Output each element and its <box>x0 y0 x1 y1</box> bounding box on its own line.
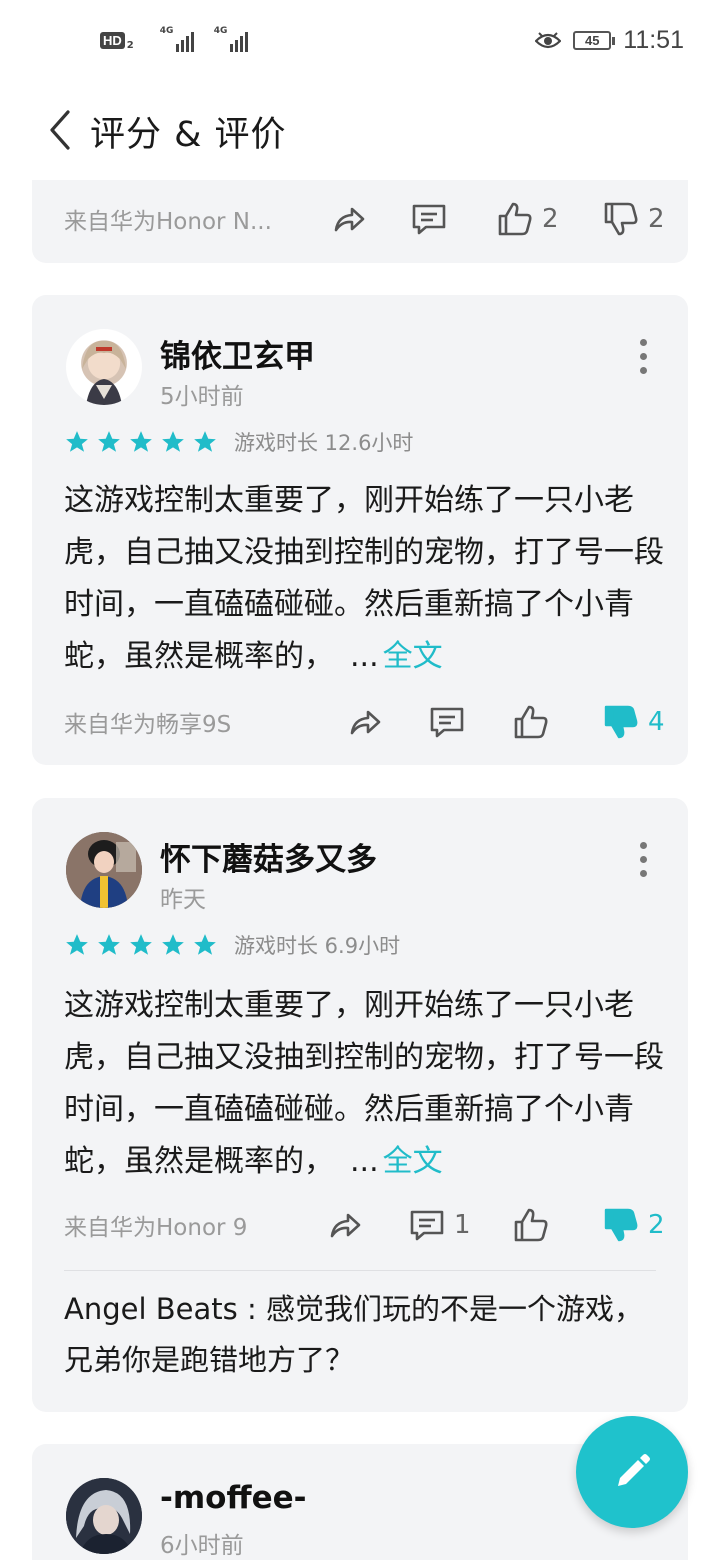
avatar[interactable] <box>66 1478 142 1554</box>
star-icon <box>66 431 88 452</box>
page-title: 评分 & 评价 <box>90 115 287 155</box>
like-button[interactable] <box>512 1206 550 1244</box>
review-time: 6小时前 <box>160 1533 244 1559</box>
read-more-link[interactable]: 全文 <box>383 1144 443 1179</box>
comment-button[interactable] <box>428 703 466 741</box>
share-icon <box>330 1213 361 1238</box>
share-button[interactable] <box>330 200 368 238</box>
dislike-button[interactable]: 4 <box>602 703 665 741</box>
star-icon <box>130 431 152 452</box>
review-card: 来自华为Honor N... 2 2 <box>32 180 688 263</box>
thumbs-down-icon <box>604 1208 638 1242</box>
star-icon <box>98 431 120 452</box>
comment-icon <box>410 1210 444 1241</box>
like-count: 2 <box>542 204 559 234</box>
review-time: 5小时前 <box>160 384 244 410</box>
share-button[interactable] <box>346 703 384 741</box>
thumbs-down-icon <box>604 202 638 236</box>
share-button[interactable] <box>326 1206 364 1244</box>
star-icon <box>130 934 152 955</box>
playtime: 游戏时长 6.9小时 <box>234 934 401 958</box>
reply-text[interactable]: Angel Beats : 感觉我们玩的不是一个游戏，兄弟你是跑错地方了？ <box>64 1284 656 1386</box>
dislike-button[interactable]: 2 <box>602 1206 665 1244</box>
star-icon <box>162 934 184 955</box>
thumbs-up-icon <box>514 1208 548 1242</box>
hd-sub-badge: 2 <box>126 39 134 51</box>
share-icon <box>350 710 381 735</box>
review-text[interactable]: 这游戏控制太重要了，刚开始练了一只小老虎，自己抽又没抽到控制的宠物，打了号一段时… <box>64 475 664 683</box>
comment-button[interactable]: 1 <box>408 1206 471 1244</box>
clock: 11:51 <box>623 26 684 54</box>
thumbs-down-icon <box>604 705 638 739</box>
device-label: 来自华为Honor N... <box>64 209 272 235</box>
comment-count: 1 <box>454 1210 471 1240</box>
like-button[interactable] <box>512 703 550 741</box>
review-text[interactable]: 这游戏控制太重要了，刚开始练了一只小老虎，自己抽又没抽到控制的宠物，打了号一段时… <box>64 980 664 1188</box>
playtime: 游戏时长 12.6小时 <box>234 431 414 455</box>
read-more-link[interactable]: 全文 <box>383 639 443 674</box>
avatar[interactable] <box>66 832 142 908</box>
device-label: 来自华为Honor 9 <box>64 1215 248 1241</box>
star-icon <box>162 431 184 452</box>
dislike-button[interactable]: 2 <box>602 200 665 238</box>
more-vertical-icon[interactable] <box>640 339 648 374</box>
hd-badge: HD <box>100 31 125 49</box>
share-icon <box>334 207 365 232</box>
battery-icon: 45 <box>573 31 616 50</box>
username[interactable]: 锦依卫玄甲 <box>160 331 315 376</box>
star-icon <box>194 934 216 955</box>
star-icon <box>194 431 216 452</box>
review-card: 锦依卫玄甲 5小时前 游戏时长 12.6小时 这游戏控制太重要了，刚开始练了一只… <box>32 295 688 765</box>
signal-icon: 4G <box>160 26 194 52</box>
write-review-button[interactable] <box>576 1416 688 1528</box>
star-icon <box>98 934 120 955</box>
review-card: 怀下蘑菇多又多 昨天 游戏时长 6.9小时 这游戏控制太重要了，刚开始练了一只小… <box>32 798 688 1412</box>
back-arrow-icon[interactable] <box>46 108 76 152</box>
edit-pencil-icon <box>618 1454 650 1486</box>
like-button[interactable]: 2 <box>496 200 559 238</box>
comment-icon <box>430 707 464 738</box>
username[interactable]: -moffee- <box>160 1480 307 1516</box>
thumbs-up-icon <box>498 202 532 236</box>
dislike-count: 4 <box>648 707 665 737</box>
star-icon <box>66 934 88 955</box>
comment-icon <box>412 204 446 235</box>
dislike-count: 2 <box>648 204 665 234</box>
app-header: 评分 & 评价 <box>0 84 720 180</box>
eye-icon <box>535 31 562 48</box>
avatar[interactable] <box>66 329 142 405</box>
star-rating: 游戏时长 6.9小时 <box>64 930 400 960</box>
review-time: 昨天 <box>160 887 206 913</box>
divider <box>64 1270 656 1271</box>
signal-icon: 4G <box>214 26 248 52</box>
dislike-count: 2 <box>648 1210 665 1240</box>
device-label: 来自华为畅享9S <box>64 712 232 738</box>
username[interactable]: 怀下蘑菇多又多 <box>160 834 377 879</box>
comment-button[interactable] <box>410 200 448 238</box>
thumbs-up-icon <box>514 705 548 739</box>
status-bar: HD 2 4G 4G 45 11:51 <box>0 0 720 84</box>
star-rating: 游戏时长 12.6小时 <box>64 427 413 457</box>
more-vertical-icon[interactable] <box>640 842 648 877</box>
